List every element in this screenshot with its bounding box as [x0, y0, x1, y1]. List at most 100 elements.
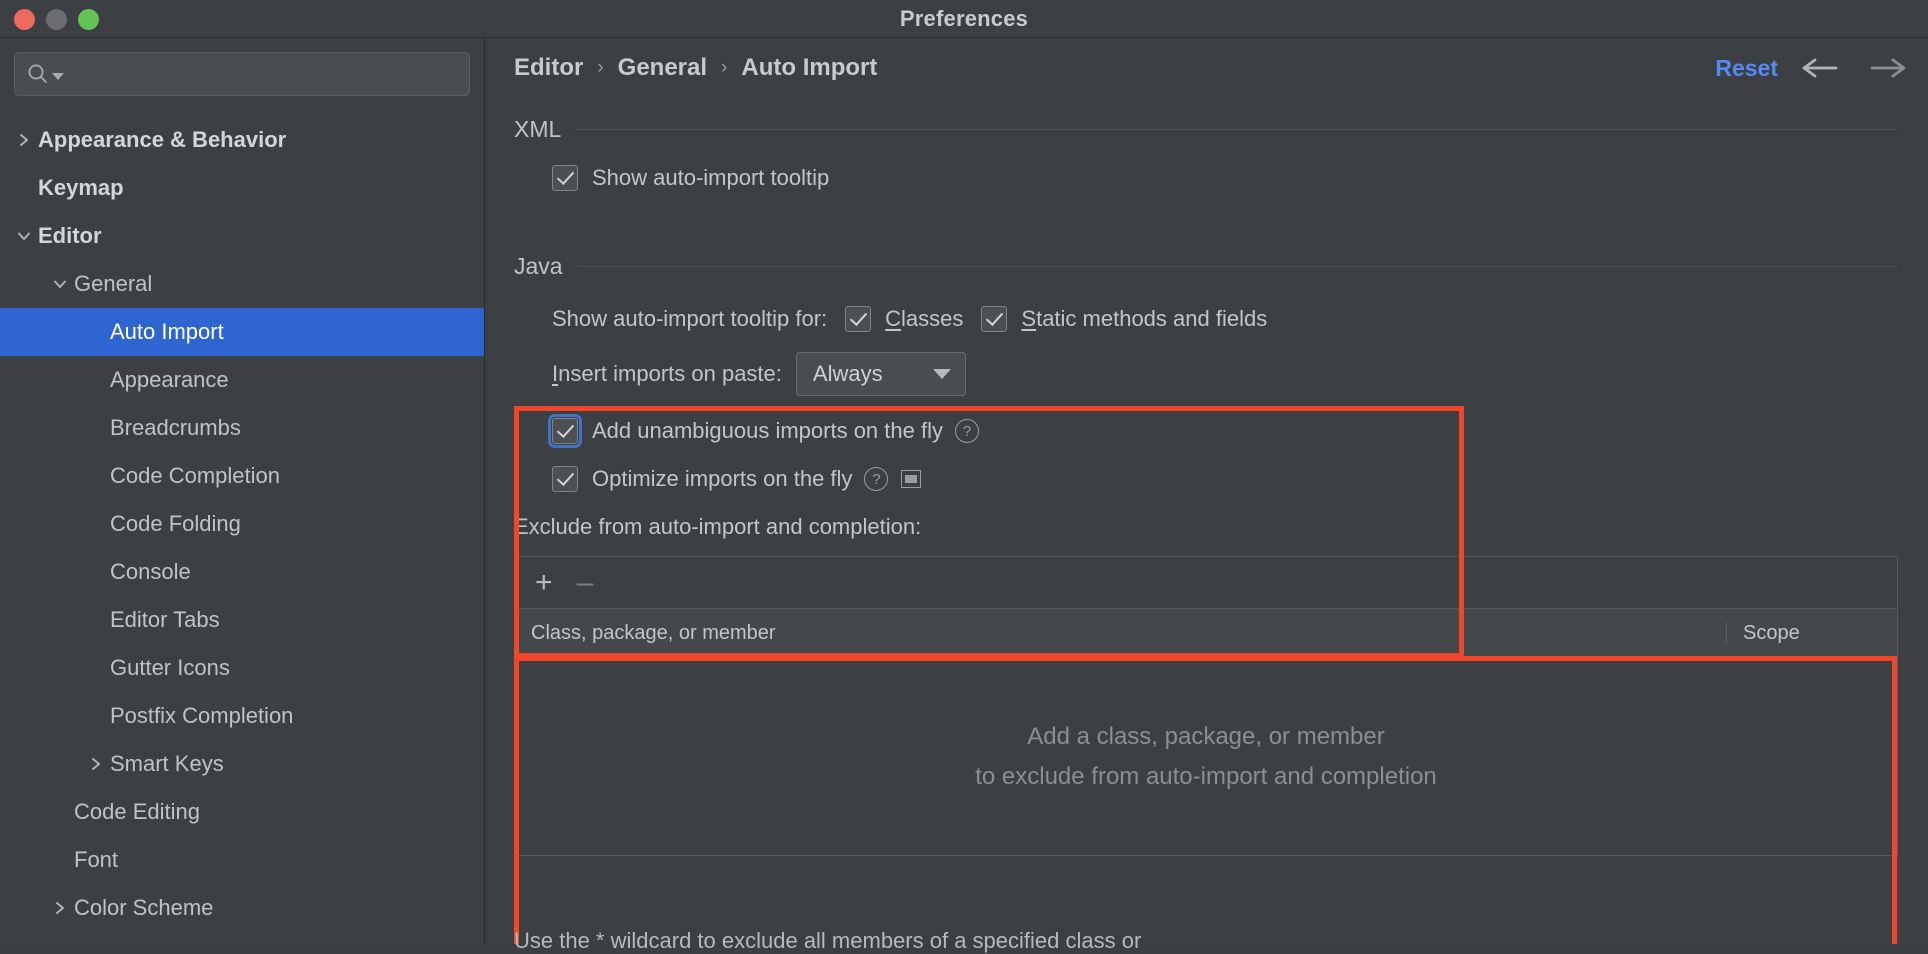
add-unambiguous-label: Add unambiguous imports on the fly: [592, 418, 943, 443]
sidebar-item-label: Color Scheme: [74, 895, 214, 920]
sidebar-item-label: Font: [74, 847, 119, 872]
breadcrumb-separator-1: ›: [597, 57, 604, 78]
sidebar-item-appearance-behavior[interactable]: Appearance & Behavior: [0, 116, 484, 164]
chevron-down-icon[interactable]: [10, 228, 38, 244]
section-title-xml: XML: [514, 116, 562, 142]
insert-imports-value: Always: [812, 361, 883, 386]
section-header-xml: XML: [486, 116, 1928, 143]
exclude-table: + – Class, package, or member Scope Add …: [514, 556, 1898, 856]
help-icon[interactable]: ?: [864, 467, 889, 491]
sidebar-item-auto-import[interactable]: Auto Import: [0, 308, 484, 356]
search-icon: [27, 63, 49, 85]
section-header-java: Java: [486, 253, 1928, 280]
sidebar-item-label: Appearance: [110, 367, 229, 392]
breadcrumb-item-editor[interactable]: Editor: [514, 54, 583, 82]
sidebar-item-label: Postfix Completion: [110, 703, 294, 728]
sidebar-item-color-scheme[interactable]: Color Scheme: [0, 884, 484, 932]
optimize-imports-checkbox[interactable]: [552, 466, 578, 492]
optimize-imports-label: Optimize imports on the fly: [592, 466, 853, 491]
optimize-imports-row[interactable]: Optimize imports on the fly ?: [486, 466, 1928, 492]
sidebar-item-label: Keymap: [38, 175, 124, 200]
java-static-methods-checkbox[interactable]: [981, 306, 1008, 332]
reset-button[interactable]: Reset: [1715, 55, 1778, 82]
sidebar-item-label: Gutter Icons: [110, 655, 230, 680]
help-icon[interactable]: ?: [954, 419, 979, 443]
settings-tree: Appearance & Behavior Keymap Editor General…: [0, 116, 484, 932]
sidebar-item-code-editing[interactable]: Code Editing: [0, 788, 484, 836]
breadcrumb-item-general[interactable]: General: [618, 54, 707, 82]
sidebar-item-font[interactable]: Font: [0, 836, 484, 884]
empty-state-line-1: Add a class, package, or member: [1027, 723, 1385, 750]
sidebar-item-label: Code Folding: [110, 511, 241, 536]
sidebar-item-keymap[interactable]: Keymap: [0, 164, 484, 212]
sidebar-item-general[interactable]: General: [0, 260, 484, 308]
search-input[interactable]: [68, 63, 457, 85]
sidebar-item-label: Code Completion: [110, 463, 280, 488]
section-title-java: Java: [514, 253, 563, 279]
java-tooltip-for-row: Show auto-import tooltip for: Classes St…: [486, 306, 1928, 332]
add-entry-button[interactable]: +: [535, 567, 553, 598]
sidebar-item-code-completion[interactable]: Code Completion: [0, 452, 484, 500]
sidebar-item-editor[interactable]: Editor: [0, 212, 484, 260]
search-container: [0, 38, 484, 96]
sidebar-item-appearance[interactable]: Appearance: [0, 356, 484, 404]
empty-state-line-2: to exclude from auto-import and completi…: [975, 763, 1437, 790]
add-unambiguous-row[interactable]: Add unambiguous imports on the fly ?: [486, 414, 1928, 448]
exclude-table-toolbar: + –: [515, 557, 1897, 609]
chevron-right-icon[interactable]: [46, 900, 74, 916]
xml-show-tooltip-row[interactable]: Show auto-import tooltip: [486, 165, 1928, 191]
breadcrumb: Editor › General › Auto Import Reset: [486, 38, 1928, 98]
remove-entry-button[interactable]: –: [577, 567, 594, 598]
sidebar-item-gutter-icons[interactable]: Gutter Icons: [0, 644, 484, 692]
exclude-table-body[interactable]: Add a class, package, or member to exclu…: [515, 659, 1897, 855]
insert-imports-row: Insert imports on paste: Always: [486, 352, 1928, 396]
exclude-table-header: Class, package, or member Scope: [515, 609, 1897, 659]
xml-show-tooltip-checkbox[interactable]: [552, 165, 578, 191]
sidebar-item-smart-keys[interactable]: Smart Keys: [0, 740, 484, 788]
sidebar-item-code-folding[interactable]: Code Folding: [0, 500, 484, 548]
java-classes-checkbox[interactable]: [845, 306, 872, 332]
search-filter-chevron-icon[interactable]: [52, 72, 64, 80]
close-button[interactable]: [14, 8, 35, 30]
column-header-class[interactable]: Class, package, or member: [515, 622, 1727, 645]
chevron-right-icon[interactable]: [10, 132, 38, 148]
settings-main-panel: Editor › General › Auto Import Reset XML…: [486, 38, 1928, 944]
window-controls: [14, 0, 99, 38]
search-box[interactable]: [14, 52, 470, 96]
sidebar-item-label: Appearance & Behavior: [38, 127, 287, 152]
window-title: Preferences: [899, 5, 1029, 31]
chevron-right-icon[interactable]: [82, 756, 110, 772]
xml-show-tooltip-label: Show auto-import tooltip: [592, 165, 830, 190]
section-divider: [575, 129, 1898, 130]
breadcrumb-actions: Reset: [1715, 38, 1906, 98]
sidebar-item-breadcrumbs[interactable]: Breadcrumbs: [0, 404, 484, 452]
sidebar-item-console[interactable]: Console: [0, 548, 484, 596]
sidebar-item-editor-tabs[interactable]: Editor Tabs: [0, 596, 484, 644]
arrow-right-icon[interactable]: [1866, 56, 1906, 80]
column-header-scope[interactable]: Scope: [1727, 622, 1897, 645]
settings-content: XML Show auto-import tooltip Java Show a…: [486, 116, 1928, 944]
arrow-left-icon[interactable]: [1802, 56, 1842, 80]
sidebar-item-label: Console: [110, 559, 191, 584]
sidebar-item-postfix-completion[interactable]: Postfix Completion: [0, 692, 484, 740]
java-tooltip-for-label: Show auto-import tooltip for:: [552, 306, 828, 331]
settings-link-icon[interactable]: [901, 470, 922, 488]
sidebar-item-label: Code Editing: [74, 799, 200, 824]
sidebar-item-label: Breadcrumbs: [110, 415, 241, 440]
sidebar-item-label: Editor: [38, 223, 102, 248]
settings-sidebar: Appearance & Behavior Keymap Editor General…: [0, 38, 485, 944]
minimize-button[interactable]: [46, 8, 67, 30]
add-unambiguous-checkbox[interactable]: [548, 414, 582, 448]
java-classes-label: Classes: [885, 306, 964, 331]
zoom-button[interactable]: [78, 8, 99, 30]
sidebar-item-label: Smart Keys: [110, 751, 224, 776]
section-divider: [576, 266, 1898, 267]
chevron-down-icon[interactable]: [46, 276, 74, 292]
footnote-text: Use the * wildcard to exclude all member…: [514, 928, 1142, 953]
sidebar-item-label: General: [74, 271, 153, 296]
breadcrumb-separator-2: ›: [721, 57, 728, 78]
sidebar-item-label: Editor Tabs: [110, 607, 220, 632]
exclude-label: Exclude from auto-import and completion:: [514, 514, 922, 539]
insert-imports-select[interactable]: Always: [795, 352, 966, 396]
window-titlebar: Preferences: [0, 0, 1928, 38]
